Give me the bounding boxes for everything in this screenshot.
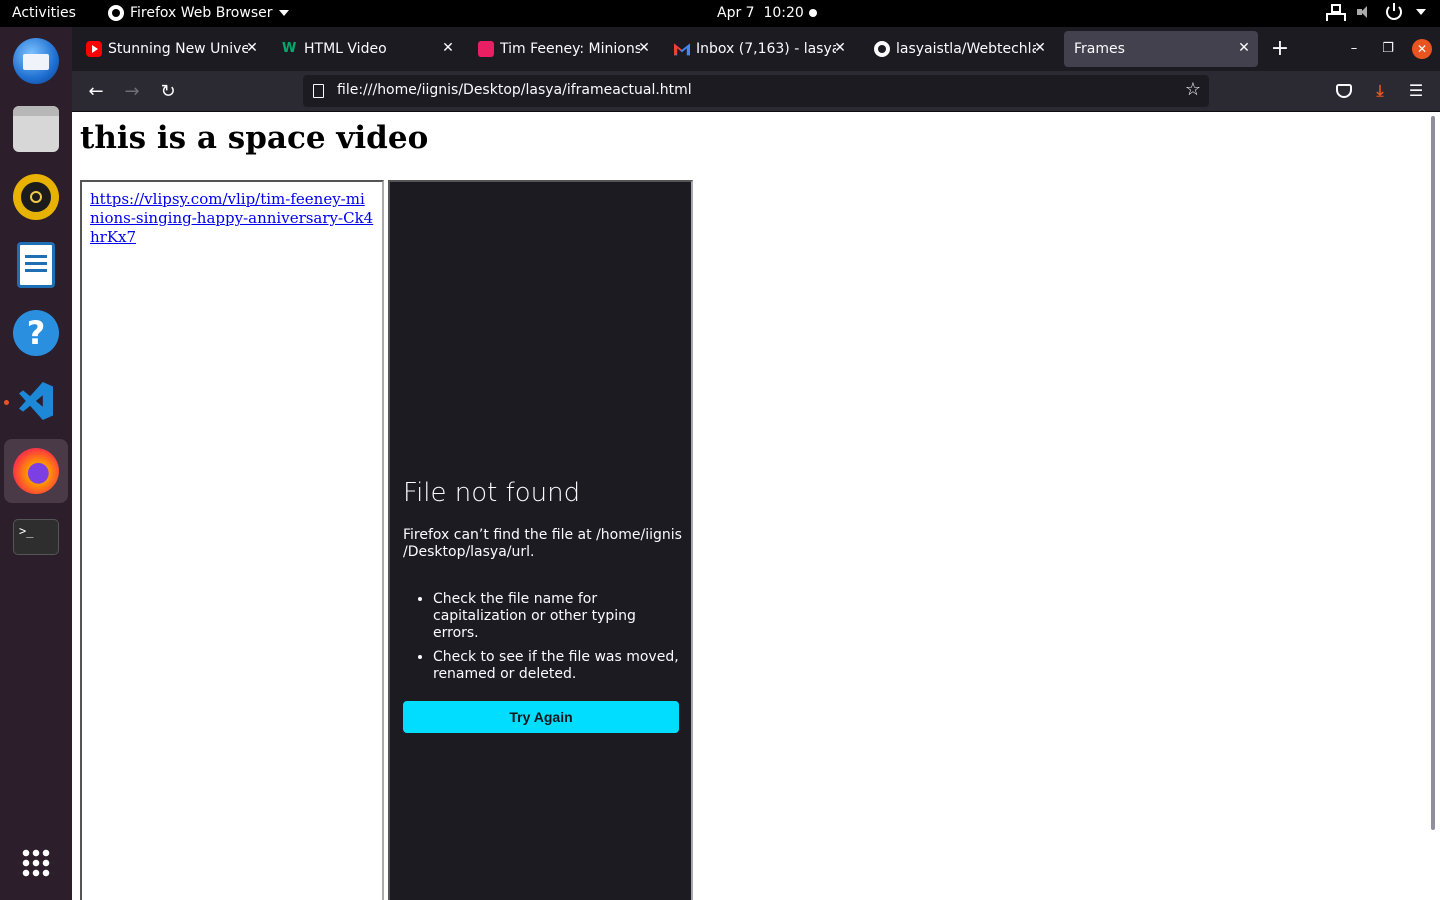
clock[interactable]: Apr 7 10:20	[717, 5, 804, 21]
dock-vscode[interactable]	[4, 369, 68, 433]
youtube-icon	[86, 41, 102, 57]
tab-bar: Stunning New Universe ✕ W HTML Video ✕ T…	[72, 27, 1440, 71]
tab-youtube[interactable]: Stunning New Universe ✕	[76, 31, 266, 67]
try-again-button[interactable]: Try Again	[403, 701, 679, 733]
back-button[interactable]: ←	[83, 79, 109, 105]
vlipsy-icon	[478, 41, 494, 57]
rhythmbox-icon	[13, 174, 59, 220]
hamburger-menu-icon[interactable]: ☰	[1406, 81, 1426, 101]
dock-terminal[interactable]: >_	[4, 505, 68, 569]
pocket-icon[interactable]	[1336, 84, 1352, 98]
maximize-button[interactable]: ❐	[1378, 39, 1398, 59]
minimize-button[interactable]: –	[1344, 39, 1364, 59]
close-tab-icon[interactable]: ✕	[440, 40, 456, 56]
gmail-icon	[674, 43, 690, 56]
tab-html-video[interactable]: W HTML Video ✕	[272, 31, 462, 67]
scrollbar-thumb[interactable]	[1431, 116, 1435, 830]
tab-gmail[interactable]: Inbox (7,163) - lasyas ✕	[664, 31, 854, 67]
tab-vlipsy[interactable]: Tim Feeney: Minions ✕	[468, 31, 658, 67]
firefox-mini-icon	[108, 5, 124, 21]
error-title: File not found	[403, 478, 581, 508]
dock-help[interactable]: ?	[4, 301, 68, 365]
dock: ? >_	[0, 27, 72, 900]
vlipsy-link[interactable]: https://vlipsy.com/vlip/tim-feeney-minio…	[90, 190, 374, 247]
github-icon	[874, 41, 890, 57]
dock-writer[interactable]	[4, 233, 68, 297]
error-tip: Check to see if the file was moved, rena…	[433, 649, 685, 683]
caret-down-icon	[278, 10, 289, 16]
app-grid-icon	[21, 848, 51, 878]
gnome-top-bar: Activities Firefox Web Browser Apr 7 10:…	[0, 0, 1440, 27]
navigation-toolbar: ← → ↻ file:///home/iignis/Desktop/lasya/…	[72, 71, 1440, 112]
clock-time: 10:20	[763, 5, 804, 21]
volume-muted-icon	[1356, 4, 1372, 20]
url-bar[interactable]: file:///home/iignis/Desktop/lasya/iframe…	[303, 75, 1209, 107]
url-text[interactable]: file:///home/iignis/Desktop/lasya/iframe…	[337, 82, 692, 98]
error-tip: Check the file name for capitalization o…	[433, 591, 685, 642]
bookmark-star-icon[interactable]: ☆	[1185, 80, 1201, 100]
app-menu[interactable]: Firefox Web Browser	[108, 5, 289, 21]
caret-down-icon	[1416, 9, 1426, 15]
dock-rhythmbox[interactable]	[4, 165, 68, 229]
page-content: this is a space video https://vlipsy.com…	[72, 112, 1428, 900]
close-window-button[interactable]: ✕	[1412, 39, 1432, 59]
power-icon	[1386, 3, 1402, 20]
w3schools-icon: W	[282, 41, 297, 56]
error-tips: Check the file name for capitalization o…	[433, 591, 685, 690]
tab-label: Tim Feeney: Minions	[500, 41, 640, 57]
tab-label: lasyaistla/Webtechlab	[896, 41, 1036, 57]
close-tab-icon[interactable]: ✕	[636, 40, 652, 56]
forward-button[interactable]: →	[119, 79, 145, 105]
tab-github[interactable]: lasyaistla/Webtechlab ✕	[864, 31, 1054, 67]
reload-button[interactable]: ↻	[155, 79, 181, 105]
terminal-icon: >_	[13, 519, 59, 555]
page-icon	[313, 84, 324, 98]
thunderbird-icon	[13, 38, 59, 84]
system-menu[interactable]	[1326, 3, 1426, 21]
new-tab-button[interactable]: +	[1268, 37, 1292, 61]
libreoffice-writer-icon	[17, 242, 55, 288]
vscode-icon	[13, 378, 59, 424]
firefox-icon	[13, 448, 59, 494]
error-description: Firefox can’t find the file at /home/iig…	[403, 527, 682, 560]
tab-label: HTML Video	[304, 41, 387, 57]
tab-label: Inbox (7,163) - lasyas	[696, 41, 836, 57]
network-icon	[1326, 4, 1346, 21]
left-iframe: https://vlipsy.com/vlip/tim-feeney-minio…	[80, 180, 384, 900]
close-tab-icon[interactable]: ✕	[244, 40, 260, 56]
files-icon	[13, 106, 59, 152]
close-tab-icon[interactable]: ✕	[1236, 40, 1252, 56]
clock-date: Apr 7	[717, 5, 755, 21]
vertical-scrollbar[interactable]	[1428, 112, 1440, 900]
help-icon: ?	[13, 310, 59, 356]
app-menu-label: Firefox Web Browser	[130, 5, 273, 21]
activities-button[interactable]: Activities	[12, 5, 76, 21]
dock-firefox[interactable]	[4, 439, 68, 503]
notification-dot-icon	[809, 9, 817, 17]
dock-files[interactable]	[4, 97, 68, 161]
close-tab-icon[interactable]: ✕	[832, 40, 848, 56]
tab-label: Stunning New Universe	[108, 41, 248, 57]
tab-frames[interactable]: Frames ✕	[1064, 31, 1258, 67]
downloads-icon[interactable]: ⤓	[1370, 81, 1390, 101]
close-tab-icon[interactable]: ✕	[1032, 40, 1048, 56]
tab-label: Frames	[1074, 41, 1125, 57]
show-applications-button[interactable]	[4, 831, 68, 895]
dock-thunderbird[interactable]	[4, 29, 68, 93]
right-iframe-error: File not found Firefox can’t find the fi…	[388, 180, 693, 900]
page-title: this is a space video	[80, 120, 429, 156]
